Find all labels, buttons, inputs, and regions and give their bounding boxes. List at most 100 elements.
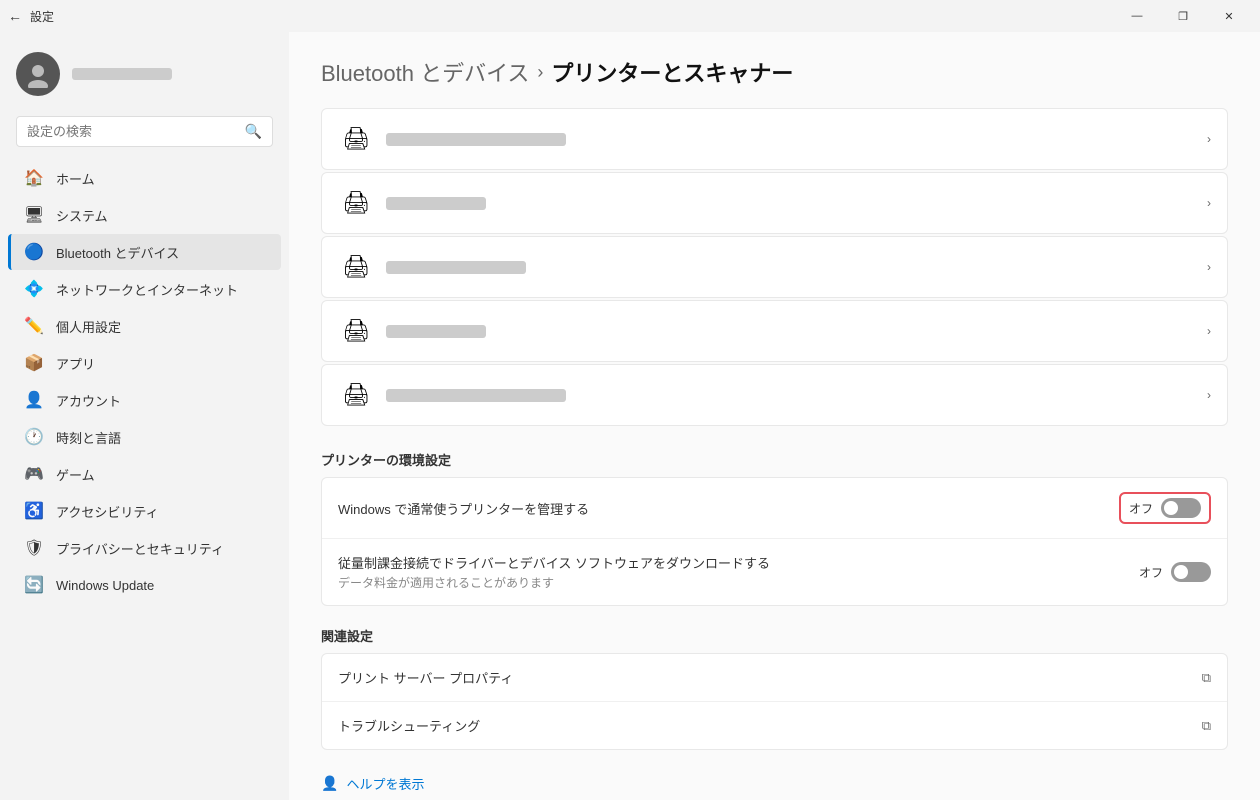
nav-label-personal: 個人用設定 (56, 317, 121, 336)
nav-label-system: システム (56, 206, 108, 225)
breadcrumb-separator: › (537, 62, 543, 83)
printer-name-text (386, 389, 1207, 402)
avatar (16, 52, 60, 96)
sidebar: 🔍 🏠 ホーム 🖥 システム 🔵 Bluetooth とデバイス 💠 ネットワー… (0, 32, 289, 800)
nav-icon-accounts: 👤 (24, 390, 44, 410)
main-content: Bluetooth とデバイス › プリンターとスキャナー 🖨 › 🖨 › 🖨 … (289, 32, 1260, 800)
metered-connection-toggle-wrap[interactable]: オフ (1139, 562, 1211, 582)
sidebar-item-accounts[interactable]: 👤 アカウント (8, 382, 281, 418)
printer-icon-wrap: 🖨 (338, 185, 374, 221)
printer-name-text (386, 133, 1207, 146)
user-profile (0, 40, 289, 112)
maximize-button[interactable]: ❐ (1160, 0, 1206, 32)
help-label: ヘルプを表示 (346, 774, 424, 793)
sidebar-item-accessibility[interactable]: ♿ アクセシビリティ (8, 493, 281, 529)
external-link-icon: ⧉ (1202, 718, 1211, 734)
sidebar-item-home[interactable]: 🏠 ホーム (8, 160, 281, 196)
footer-links: 👤 ヘルプを表示 📷 フィードバックの送信 (321, 774, 1228, 800)
nav-icon-time: 🕐 (24, 427, 44, 447)
printer-item-5[interactable]: 🖨 › (321, 364, 1228, 426)
nav-icon-windowsupdate: 🔄 (24, 575, 44, 595)
sidebar-item-bluetooth[interactable]: 🔵 Bluetooth とデバイス (8, 234, 281, 270)
related-item-print-server[interactable]: プリント サーバー プロパティ ⧉ (322, 654, 1227, 702)
manage-printer-toggle-wrap[interactable]: オフ (1119, 492, 1211, 524)
nav-icon-accessibility: ♿ (24, 501, 44, 521)
nav-label-windowsupdate: Windows Update (56, 578, 154, 593)
window-title: 設定 (30, 8, 54, 25)
printer-item-2[interactable]: 🖨 › (321, 172, 1228, 234)
title-bar-left: ← 設定 (8, 8, 54, 25)
chevron-right-icon: › (1207, 260, 1211, 274)
printer-icon: 🖨 (342, 382, 370, 408)
nav-label-home: ホーム (56, 169, 95, 188)
nav-icon-network: 💠 (24, 279, 44, 299)
breadcrumb-current: プリンターとスキャナー (551, 56, 793, 88)
minimize-button[interactable]: — (1114, 0, 1160, 32)
sidebar-item-privacy[interactable]: 🛡 プライバシーとセキュリティ (8, 530, 281, 566)
sidebar-item-time[interactable]: 🕐 時刻と言語 (8, 419, 281, 455)
related-settings-title: 関連設定 (321, 626, 1228, 645)
printer-icon-wrap: 🖨 (338, 377, 374, 413)
printer-item-4[interactable]: 🖨 › (321, 300, 1228, 362)
metered-connection-row: 従量制課金接続でドライバーとデバイス ソフトウェアをダウンロードする データ料金… (322, 539, 1227, 605)
related-item-troubleshoot[interactable]: トラブルシューティング ⧉ (322, 702, 1227, 749)
printer-name (386, 389, 566, 402)
back-button[interactable]: ← (8, 8, 22, 24)
external-link-icon: ⧉ (1202, 670, 1211, 686)
chevron-right-icon: › (1207, 196, 1211, 210)
printer-settings-section: プリンターの環境設定 Windows で通常使うプリンターを管理する オフ (321, 450, 1228, 606)
printer-name (386, 261, 526, 274)
related-settings-section: 関連設定 プリント サーバー プロパティ ⧉ トラブルシューティング ⧉ (321, 626, 1228, 750)
printer-icon: 🖨 (342, 254, 370, 280)
nav-icon-home: 🏠 (24, 168, 44, 188)
printer-icon: 🖨 (342, 126, 370, 152)
nav-icon-privacy: 🛡 (24, 538, 44, 558)
metered-connection-text: 従量制課金接続でドライバーとデバイス ソフトウェアをダウンロードする データ料金… (338, 553, 1139, 591)
manage-printer-toggle-thumb (1164, 501, 1178, 515)
sidebar-item-network[interactable]: 💠 ネットワークとインターネット (8, 271, 281, 307)
printer-settings-title: プリンターの環境設定 (321, 450, 1228, 469)
chevron-right-icon: › (1207, 132, 1211, 146)
search-input[interactable] (27, 124, 237, 139)
app-body: 🔍 🏠 ホーム 🖥 システム 🔵 Bluetooth とデバイス 💠 ネットワー… (0, 32, 1260, 800)
printer-settings-card: Windows で通常使うプリンターを管理する オフ 従量制課金接続でドライバー… (321, 477, 1228, 606)
help-link[interactable]: 👤 ヘルプを表示 (321, 774, 1228, 793)
printer-item-1[interactable]: 🖨 › (321, 108, 1228, 170)
nav-label-accounts: アカウント (56, 391, 121, 410)
nav-label-network: ネットワークとインターネット (56, 280, 238, 299)
nav-icon-personal: ✏️ (24, 316, 44, 336)
nav-label-apps: アプリ (56, 354, 95, 373)
nav-list: 🏠 ホーム 🖥 システム 🔵 Bluetooth とデバイス 💠 ネットワークと… (0, 159, 289, 604)
sidebar-item-gaming[interactable]: 🎮 ゲーム (8, 456, 281, 492)
nav-label-privacy: プライバシーとセキュリティ (56, 539, 224, 558)
printer-icon: 🖨 (342, 190, 370, 216)
printer-name (386, 197, 486, 210)
nav-icon-apps: 📦 (24, 353, 44, 373)
chevron-right-icon: › (1207, 324, 1211, 338)
sidebar-item-system[interactable]: 🖥 システム (8, 197, 281, 233)
sidebar-item-windowsupdate[interactable]: 🔄 Windows Update (8, 567, 281, 603)
help-icon: 👤 (321, 775, 338, 792)
metered-connection-toggle[interactable] (1171, 562, 1211, 582)
title-bar: ← 設定 — ❐ ✕ (0, 0, 1260, 32)
printer-icon-wrap: 🖨 (338, 121, 374, 157)
metered-connection-toggle-label: オフ (1139, 564, 1163, 581)
search-icon: 🔍 (245, 123, 262, 140)
printer-name-text (386, 261, 1207, 274)
manage-printer-text: Windows で通常使うプリンターを管理する (338, 499, 1119, 518)
search-box[interactable]: 🔍 (16, 116, 273, 147)
printer-item-3[interactable]: 🖨 › (321, 236, 1228, 298)
nav-label-gaming: ゲーム (56, 465, 95, 484)
manage-printer-toggle[interactable] (1161, 498, 1201, 518)
manage-printer-toggle-label: オフ (1129, 500, 1153, 517)
printer-name (386, 325, 486, 338)
breadcrumb-parent: Bluetooth とデバイス (321, 56, 529, 88)
metered-connection-toggle-thumb (1174, 565, 1188, 579)
sidebar-item-apps[interactable]: 📦 アプリ (8, 345, 281, 381)
sidebar-item-personal[interactable]: ✏️ 個人用設定 (8, 308, 281, 344)
metered-connection-label: 従量制課金接続でドライバーとデバイス ソフトウェアをダウンロードする (338, 553, 1139, 572)
nav-icon-bluetooth: 🔵 (24, 242, 44, 262)
close-button[interactable]: ✕ (1206, 0, 1252, 32)
manage-printer-label: Windows で通常使うプリンターを管理する (338, 499, 1119, 518)
nav-icon-gaming: 🎮 (24, 464, 44, 484)
